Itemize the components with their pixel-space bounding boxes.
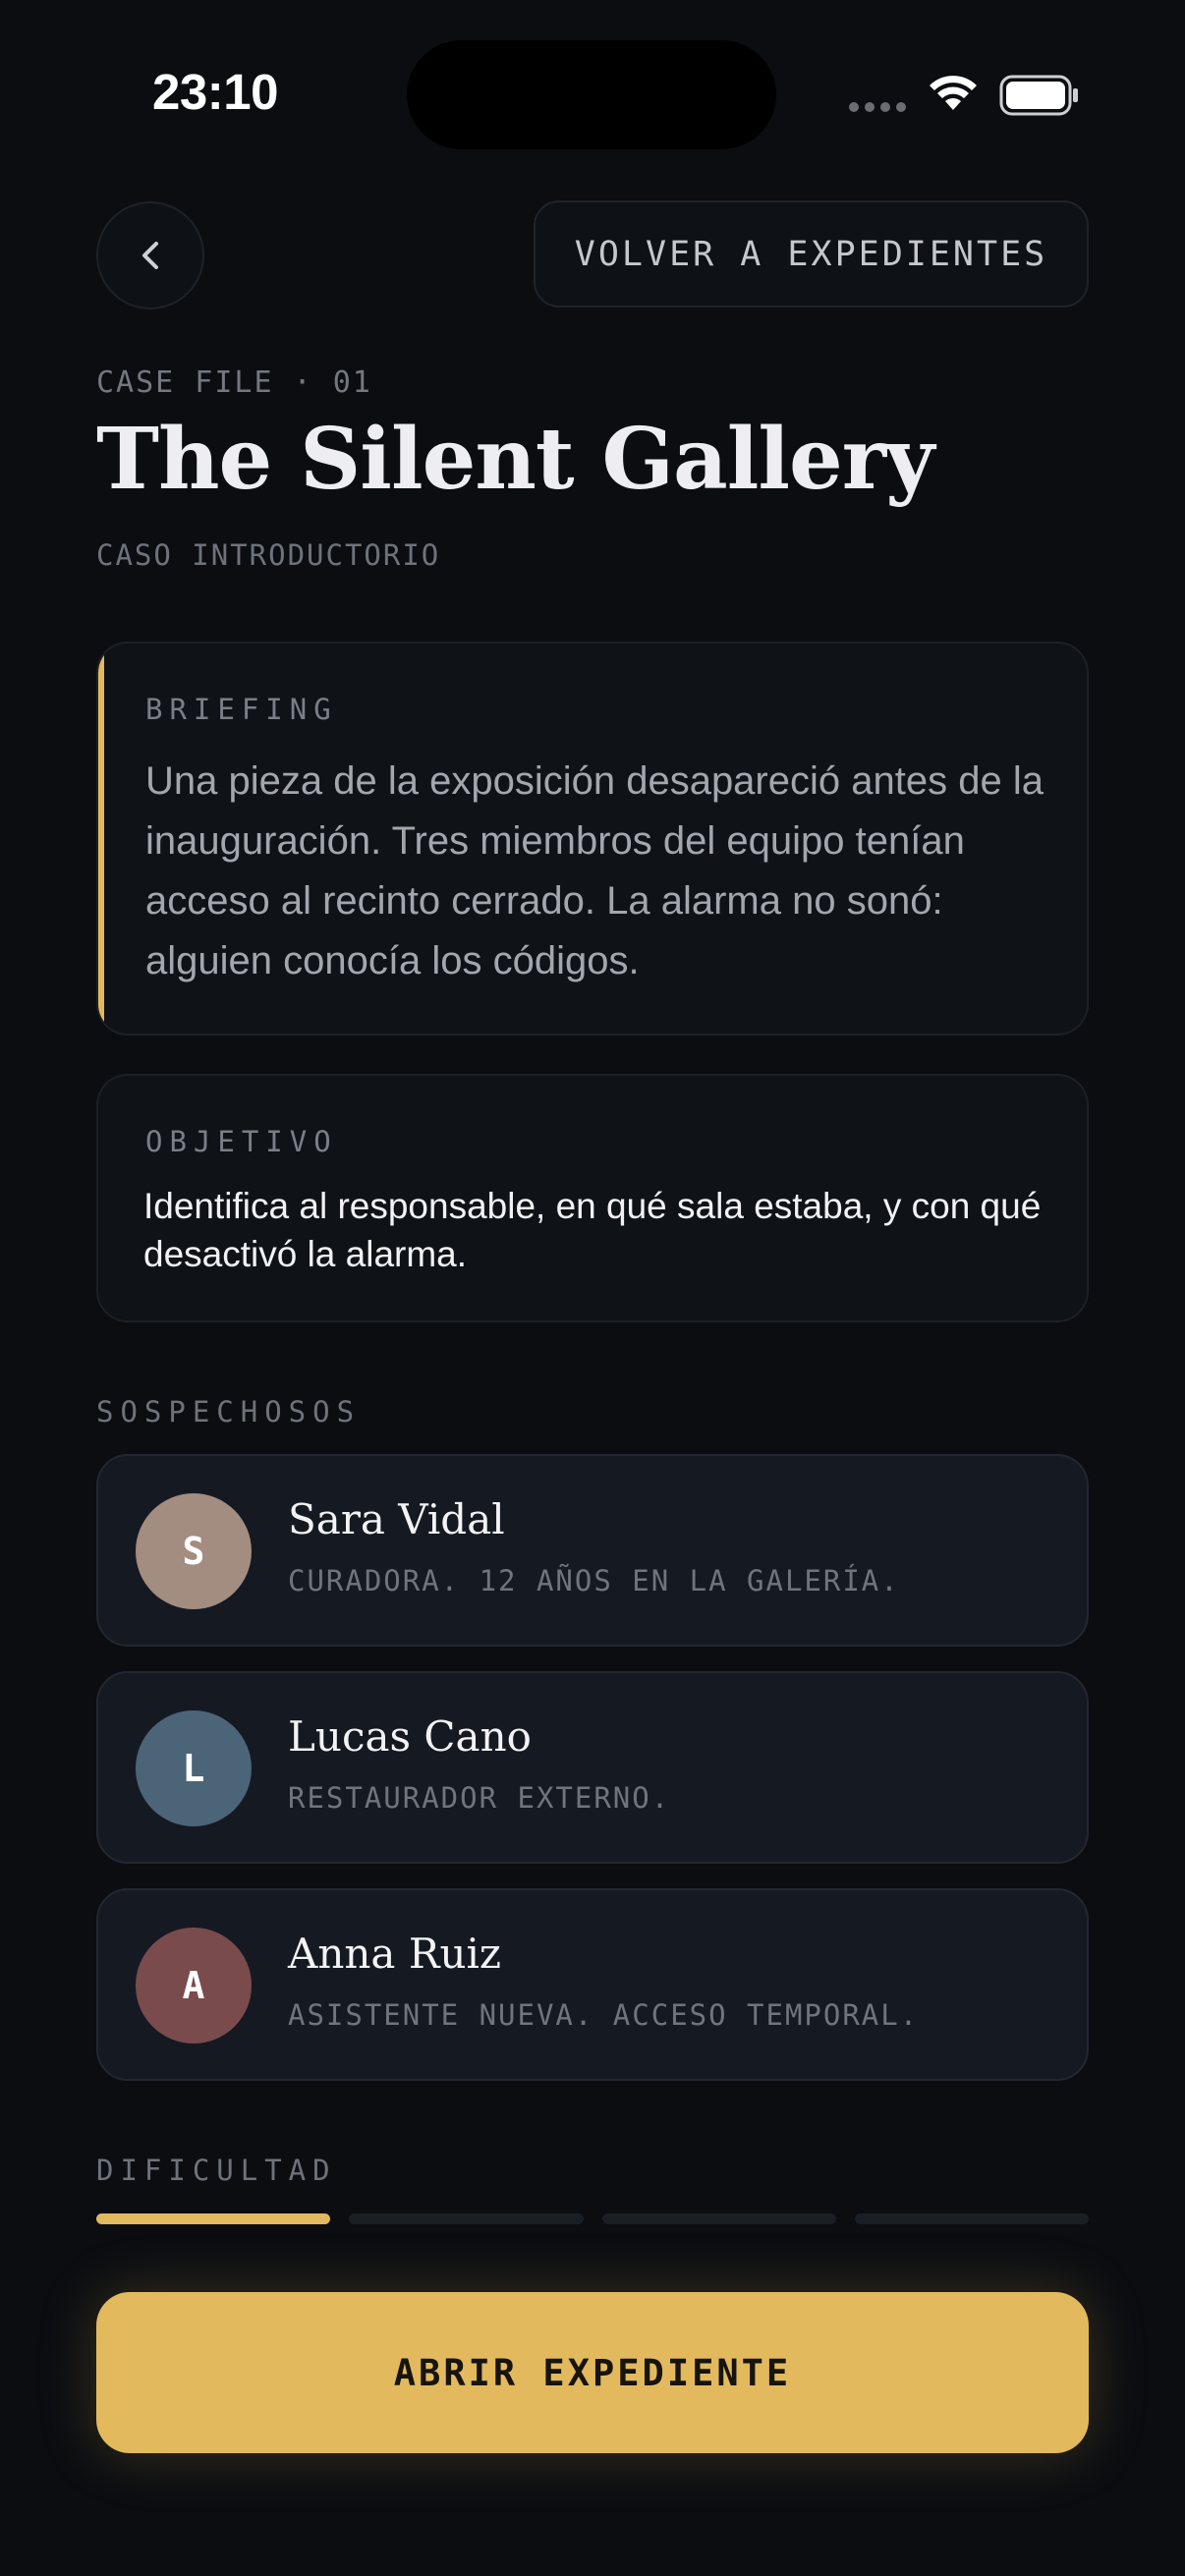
suspects-section-label: SOSPECHOSOS [96, 1395, 362, 1428]
back-button[interactable] [96, 201, 204, 309]
objective-text: Identifica al responsable, en qué sala e… [143, 1186, 1042, 1274]
suspect-description: RESTAURADOR EXTERNO. [288, 1781, 671, 1815]
suspect-name: Sara Vidal [288, 1495, 505, 1543]
suspect-description: ASISTENTE NUEVA. ACCESO TEMPORAL. [288, 1998, 920, 2032]
open-case-button[interactable]: ABRIR EXPEDIENTE [96, 2292, 1089, 2453]
suspect-card-anna-ruiz[interactable]: A Anna Ruiz ASISTENTE NUEVA. ACCESO TEMP… [96, 1888, 1089, 2081]
briefing-card: BRIEFING Una pieza de la exposición desa… [96, 642, 1089, 1036]
difficulty-segment [854, 2213, 1089, 2224]
difficulty-label: DIFICULTAD [96, 2154, 337, 2187]
difficulty-segment [96, 2213, 331, 2224]
avatar: A [136, 1928, 252, 2044]
avatar: L [136, 1710, 252, 1826]
case-file-eyebrow: CASE FILE · 01 [96, 365, 372, 400]
suspect-card-sara-vidal[interactable]: S Sara Vidal CURADORA. 12 AÑOS EN LA GAL… [96, 1454, 1089, 1647]
dynamic-island [407, 40, 776, 149]
difficulty-segment [601, 2213, 836, 2224]
suspect-name: Lucas Cano [288, 1712, 532, 1761]
objective-card: OBJETIVO Identifica al responsable, en q… [96, 1074, 1089, 1322]
objective-label: OBJETIVO [145, 1125, 338, 1158]
page-title: The Silent Gallery [96, 410, 934, 509]
suspect-card-lucas-cano[interactable]: L Lucas Cano RESTAURADOR EXTERNO. [96, 1671, 1089, 1864]
chevron-left-icon [142, 242, 158, 269]
status-bar: 23:10 [0, 0, 1185, 196]
suspect-description: CURADORA. 12 AÑOS EN LA GALERÍA. [288, 1564, 900, 1597]
battery-icon [999, 75, 1078, 116]
suspect-name: Anna Ruiz [288, 1930, 502, 1978]
briefing-label: BRIEFING [145, 693, 338, 726]
cellular-signal-icon [849, 102, 906, 112]
briefing-accent-bar [98, 644, 104, 1034]
wifi-icon [930, 76, 977, 110]
avatar: S [136, 1493, 252, 1609]
status-time: 23:10 [152, 64, 278, 120]
back-to-cases-button[interactable]: VOLVER A EXPEDIENTES [534, 200, 1089, 308]
case-subtitle: CASO INTRODUCTORIO [96, 538, 441, 572]
briefing-text: Una pieza de la exposición desapareció a… [145, 759, 1044, 982]
difficulty-segment [349, 2213, 584, 2224]
